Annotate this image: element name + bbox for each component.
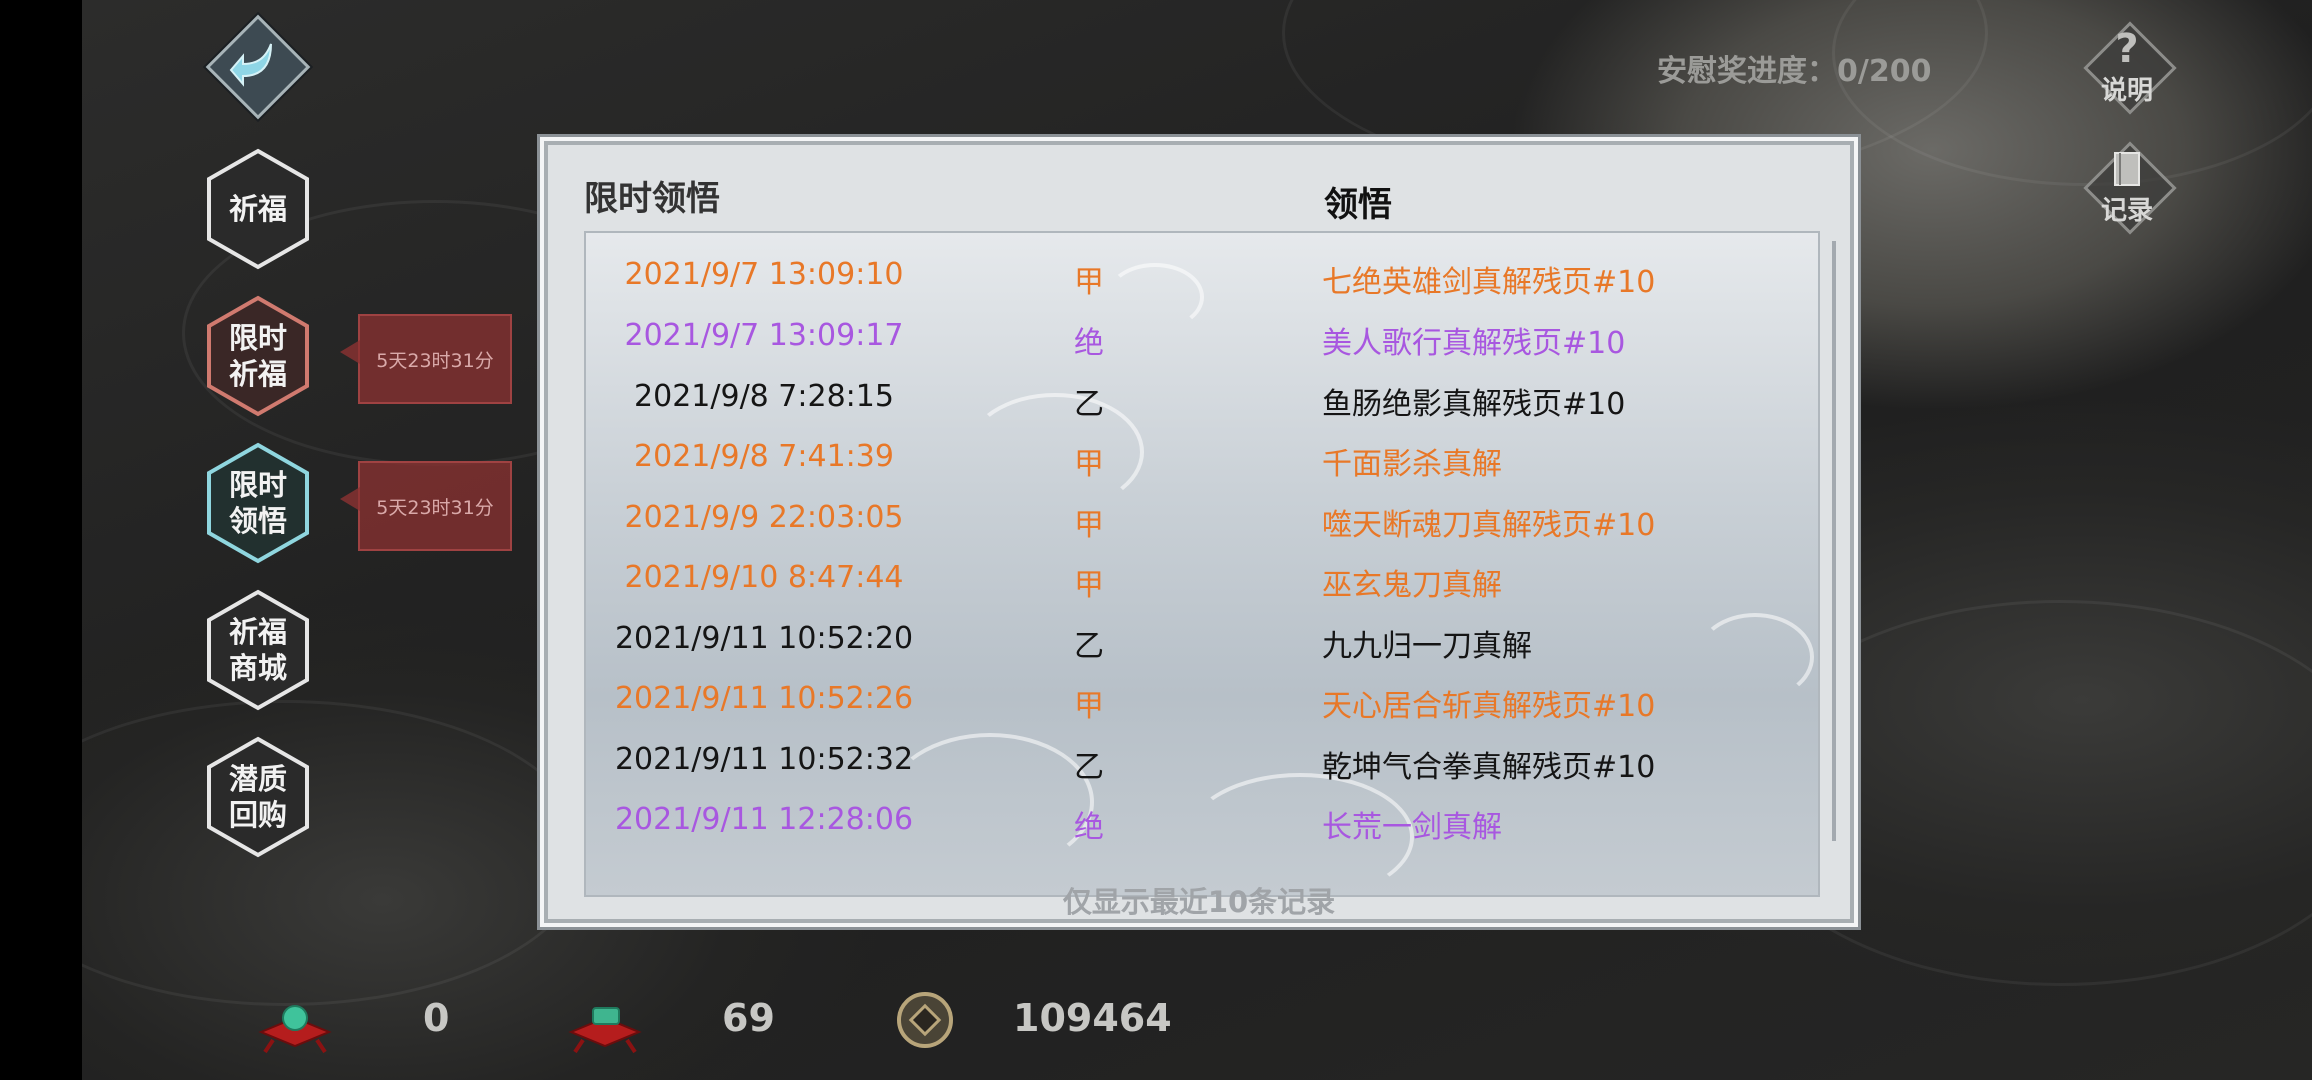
help-label: 说明	[2100, 76, 2153, 106]
record-item-name: 巫玄鬼刀真解	[1322, 568, 1502, 603]
record-time: 2021/9/11 12:28:06	[614, 802, 914, 837]
record-time: 2021/9/11 10:52:20	[614, 621, 914, 656]
scroll-cushion-icon	[568, 1007, 642, 1054]
sidebar-item-label: 限时 祈福	[228, 321, 287, 391]
record-grade: 甲	[1074, 447, 1104, 482]
record-row: 2021/9/11 12:28:06 绝 长荒一剑真解	[584, 794, 1816, 845]
dialog-title: 限时领悟	[584, 179, 720, 219]
sidebar-item-pray-shop[interactable]: 祈福 商城	[205, 589, 311, 711]
sidebar-item-label: 潜质 回购	[228, 762, 287, 832]
record-row: 2021/9/11 10:52:20 乙 九九归一刀真解	[584, 613, 1816, 664]
record-grade: 乙	[1074, 387, 1104, 422]
sidebar-item-limited-comprehend[interactable]: 限时 领悟	[205, 442, 311, 564]
record-grade: 绝	[1074, 810, 1104, 845]
record-grade: 绝	[1074, 326, 1104, 361]
record-row: 2021/9/8 7:28:15 乙 鱼肠绝影真解残页#10	[584, 371, 1816, 422]
sidebar-item-label: 祈福	[228, 192, 287, 226]
currency-value: 0	[423, 996, 450, 1040]
record-time: 2021/9/8 7:28:15	[634, 379, 894, 414]
sidebar-item-label: 祈福 商城	[228, 615, 287, 685]
record-row: 2021/9/7 13:09:17 绝 美人歌行真解残页#10	[584, 310, 1816, 361]
comprehend-record-dialog: 限时领悟 领悟 2021/9/7 13:09:10 甲 七绝英雄剑真解残页#10…	[540, 137, 1858, 927]
record-time: 2021/9/11 10:52:26	[614, 681, 914, 716]
question-mark-icon: ?	[2115, 26, 2139, 72]
record-row: 2021/9/7 13:09:10 甲 七绝英雄剑真解残页#10	[584, 249, 1816, 300]
record-grade: 乙	[1074, 629, 1104, 664]
record-time: 2021/9/7 13:09:10	[624, 257, 904, 292]
coin-icon	[897, 992, 953, 1048]
timer-text: 5天23时31分	[376, 496, 494, 519]
jade-cushion-icon	[258, 1005, 332, 1054]
back-arrow-icon	[229, 43, 272, 87]
timer-text: 5天23时31分	[376, 349, 494, 372]
record-time: 2021/9/10 8:47:44	[624, 560, 904, 595]
record-grade: 甲	[1074, 689, 1104, 724]
record-item-name: 乾坤气合拳真解残页#10	[1322, 750, 1656, 785]
record-item-name: 七绝英雄剑真解残页#10	[1322, 265, 1656, 300]
record-item-name: 长荒一剑真解	[1322, 810, 1502, 845]
dialog-heading: 领悟	[1324, 185, 1392, 225]
sidebar-item-label: 限时 领悟	[228, 468, 287, 538]
record-label: 记录	[2100, 196, 2153, 226]
record-time: 2021/9/11 10:52:32	[614, 742, 914, 777]
sidebar-item-limited-pray[interactable]: 限时 祈福	[205, 295, 311, 417]
record-item-name: 千面影杀真解	[1322, 447, 1502, 482]
record-button[interactable]: 记录	[2082, 140, 2177, 235]
record-time: 2021/9/7 13:09:17	[624, 318, 904, 353]
consolation-progress: 安慰奖进度：0/200	[1657, 54, 1932, 89]
record-grade: 甲	[1074, 568, 1104, 603]
record-item-name: 噬天断魂刀真解残页#10	[1322, 508, 1656, 543]
record-time: 2021/9/9 22:03:05	[624, 500, 904, 535]
recent-records-note: 仅显示最近10条记录	[1062, 885, 1336, 919]
record-item-name: 鱼肠绝影真解残页#10	[1322, 387, 1626, 422]
currency-value: 69	[722, 996, 775, 1040]
book-icon	[2114, 152, 2140, 186]
record-row: 2021/9/11 10:52:32 乙 乾坤气合拳真解残页#10	[584, 734, 1816, 785]
back-button[interactable]	[205, 14, 311, 120]
record-row: 2021/9/9 22:03:05 甲 噬天断魂刀真解残页#10	[584, 492, 1816, 543]
record-item-name: 天心居合斩真解残页#10	[1322, 689, 1656, 724]
limited-pray-timer-badge: 5天23时31分	[340, 314, 512, 404]
list-scrollbar[interactable]	[1832, 241, 1836, 841]
record-item-name: 美人歌行真解残页#10	[1322, 326, 1626, 361]
record-item-name: 九九归一刀真解	[1322, 629, 1532, 664]
sidebar-item-potential-buyback[interactable]: 潜质 回购	[205, 736, 311, 858]
limited-comprehend-timer-badge: 5天23时31分	[340, 461, 512, 551]
currency-value: 109464	[1013, 996, 1172, 1040]
record-grade: 甲	[1074, 265, 1104, 300]
record-row: 2021/9/8 7:41:39 甲 千面影杀真解	[584, 431, 1816, 482]
sidebar-item-pray[interactable]: 祈福	[205, 148, 311, 270]
record-row: 2021/9/11 10:52:26 甲 天心居合斩真解残页#10	[584, 673, 1816, 724]
record-row: 2021/9/10 8:47:44 甲 巫玄鬼刀真解	[584, 552, 1816, 603]
help-button[interactable]: ? 说明	[2082, 20, 2177, 115]
cloud-swirl	[82, 700, 588, 1006]
record-time: 2021/9/8 7:41:39	[634, 439, 894, 474]
cloud-swirl	[1832, 0, 2312, 186]
record-grade: 甲	[1074, 508, 1104, 543]
record-grade: 乙	[1074, 750, 1104, 785]
